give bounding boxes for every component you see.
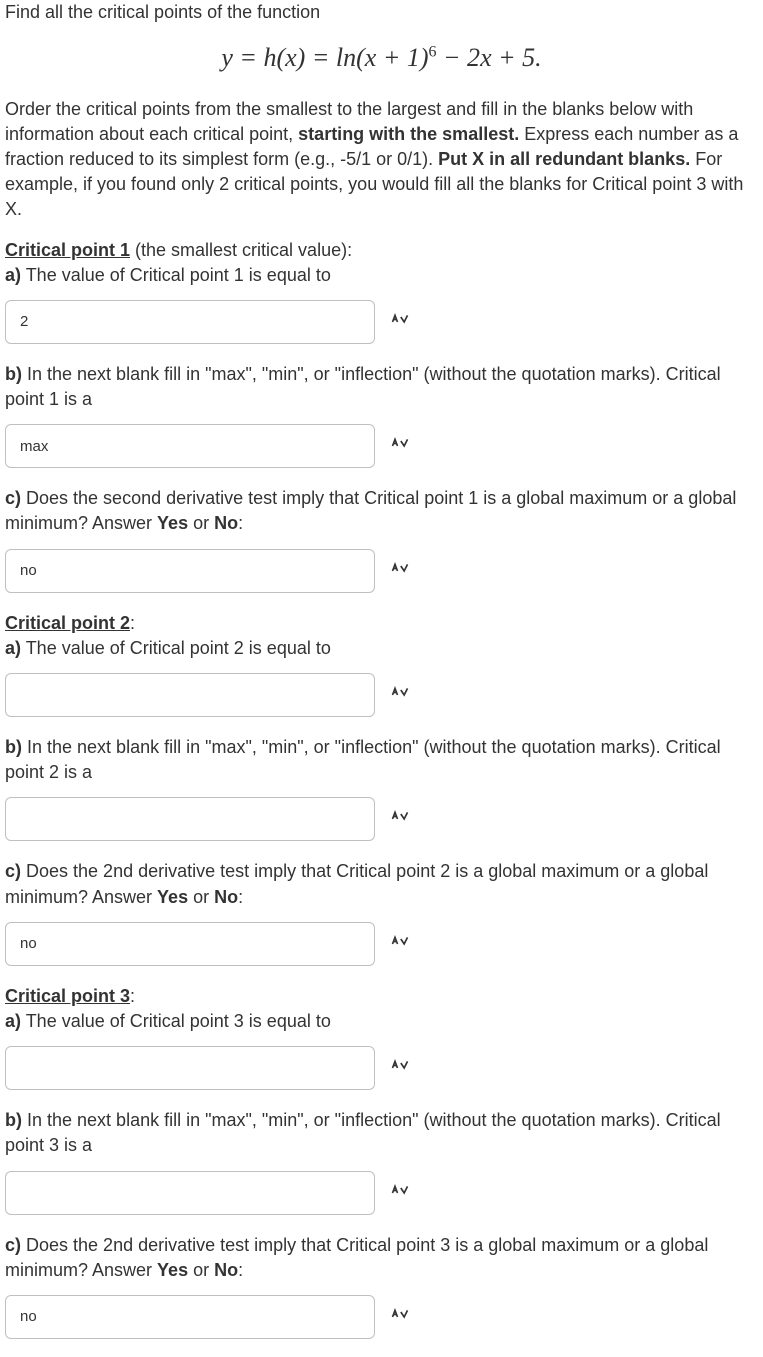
cp3-c-colon: : (238, 1260, 243, 1280)
cp2-a-text: The value of Critical point 2 is equal t… (21, 638, 331, 658)
cp3-a-line: a) The value of Critical point 3 is equa… (5, 1009, 758, 1034)
instr-b1: starting with the smallest. (298, 124, 519, 144)
cp1-c-label: c) (5, 488, 21, 508)
intro-text: Find all the critical points of the func… (5, 0, 758, 25)
cp2-b-line: b) In the next blank fill in "max", "min… (5, 735, 758, 785)
cp2-c-label: c) (5, 861, 21, 881)
cp2-c-input[interactable] (5, 922, 375, 966)
cp1-c-colon: : (238, 513, 243, 533)
cp2-c-or: or (188, 887, 214, 907)
cp3-c-no: No (214, 1260, 238, 1280)
cp1-a-text: The value of Critical point 1 is equal t… (21, 265, 331, 285)
cp1-heading: Critical point 1 (5, 240, 130, 260)
cp3-section: Critical point 3: a) The value of Critic… (5, 984, 758, 1339)
cp2-section: Critical point 2: a) The value of Critic… (5, 611, 758, 966)
cp3-heading-suffix: : (130, 986, 135, 1006)
cp1-a-line: a) The value of Critical point 1 is equa… (5, 263, 758, 288)
cp3-b-input[interactable] (5, 1171, 375, 1215)
cp2-a-label: a) (5, 638, 21, 658)
cp2-b-input[interactable] (5, 797, 375, 841)
spellcheck-icon[interactable] (389, 1306, 411, 1328)
cp3-a-text: The value of Critical point 3 is equal t… (21, 1011, 331, 1031)
cp3-c-line: c) Does the 2nd derivative test imply th… (5, 1233, 758, 1283)
equation: y = h(x) = ln(x + 1)6 − 2x + 5. (5, 40, 758, 76)
cp3-c-or: or (188, 1260, 214, 1280)
cp1-a-input[interactable] (5, 300, 375, 344)
cp1-b-text: In the next blank fill in "max", "min", … (5, 364, 721, 409)
spellcheck-icon[interactable] (389, 808, 411, 830)
cp1-heading-suffix: (the smallest critical value): (130, 240, 352, 260)
spellcheck-icon[interactable] (389, 435, 411, 457)
cp1-heading-line: Critical point 1 (the smallest critical … (5, 238, 758, 263)
cp2-b-label: b) (5, 737, 22, 757)
cp2-c-no: No (214, 887, 238, 907)
cp3-a-label: a) (5, 1011, 21, 1031)
cp1-b-input[interactable] (5, 424, 375, 468)
cp3-c-text: Does the 2nd derivative test imply that … (5, 1235, 708, 1280)
cp1-c-no: No (214, 513, 238, 533)
instructions: Order the critical points from the small… (5, 97, 758, 223)
spellcheck-icon[interactable] (389, 684, 411, 706)
cp1-c-text: Does the second derivative test imply th… (5, 488, 736, 533)
cp3-b-line: b) In the next blank fill in "max", "min… (5, 1108, 758, 1158)
cp2-b-text: In the next blank fill in "max", "min", … (5, 737, 721, 782)
cp2-heading-suffix: : (130, 613, 135, 633)
cp1-b-label: b) (5, 364, 22, 384)
cp3-heading-line: Critical point 3: (5, 984, 758, 1009)
cp1-section: Critical point 1 (the smallest critical … (5, 238, 758, 593)
cp2-a-input[interactable] (5, 673, 375, 717)
cp3-b-text: In the next blank fill in "max", "min", … (5, 1110, 721, 1155)
cp2-a-line: a) The value of Critical point 2 is equa… (5, 636, 758, 661)
cp3-c-label: c) (5, 1235, 21, 1255)
cp1-c-input[interactable] (5, 549, 375, 593)
cp2-c-colon: : (238, 887, 243, 907)
cp3-b-label: b) (5, 1110, 22, 1130)
cp1-a-label: a) (5, 265, 21, 285)
cp3-c-input[interactable] (5, 1295, 375, 1339)
cp2-c-line: c) Does the 2nd derivative test imply th… (5, 859, 758, 909)
spellcheck-icon[interactable] (389, 933, 411, 955)
cp2-heading-line: Critical point 2: (5, 611, 758, 636)
cp1-b-line: b) In the next blank fill in "max", "min… (5, 362, 758, 412)
instr-b2: Put X in all redundant blanks. (438, 149, 690, 169)
cp3-heading: Critical point 3 (5, 986, 130, 1006)
cp1-c-line: c) Does the second derivative test imply… (5, 486, 758, 536)
cp3-a-input[interactable] (5, 1046, 375, 1090)
spellcheck-icon[interactable] (389, 1182, 411, 1204)
cp2-c-text: Does the 2nd derivative test imply that … (5, 861, 708, 906)
cp1-c-or: or (188, 513, 214, 533)
spellcheck-icon[interactable] (389, 560, 411, 582)
spellcheck-icon[interactable] (389, 311, 411, 333)
spellcheck-icon[interactable] (389, 1057, 411, 1079)
cp3-c-yes: Yes (157, 1260, 188, 1280)
cp2-c-yes: Yes (157, 887, 188, 907)
cp1-c-yes: Yes (157, 513, 188, 533)
cp2-heading: Critical point 2 (5, 613, 130, 633)
